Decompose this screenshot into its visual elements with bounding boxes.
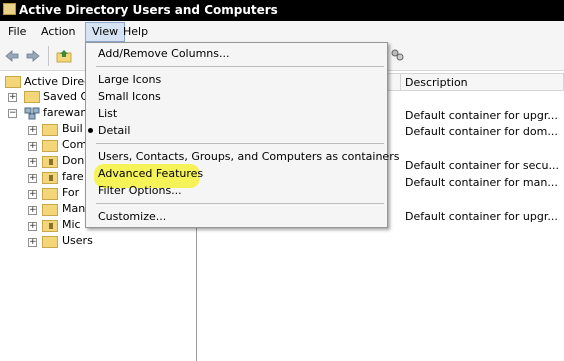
snapin-icon — [5, 76, 21, 88]
expand-icon[interactable]: + — [28, 206, 37, 215]
list-item-description[interactable]: Default container for man... — [405, 176, 558, 189]
tree-item-domain-controllers[interactable]: Don — [62, 153, 84, 169]
folder-icon — [42, 236, 58, 248]
tree-item-fare[interactable]: fare — [62, 169, 84, 185]
ou-folder-icon — [42, 156, 58, 168]
menu-file[interactable]: File — [2, 24, 32, 40]
tree-item-foreign[interactable]: For — [62, 185, 79, 201]
expand-icon[interactable]: + — [28, 126, 37, 135]
expand-icon[interactable]: + — [28, 158, 37, 167]
radio-bullet-icon — [88, 128, 93, 133]
users-group-icon[interactable] — [389, 48, 405, 64]
tree-item-computers[interactable]: Com — [62, 137, 87, 153]
tree-item-users[interactable]: Users — [62, 233, 93, 249]
menu-item-detail[interactable]: Detail — [98, 123, 130, 139]
tree-item-builtin[interactable]: Buil — [62, 121, 83, 137]
collapse-icon[interactable]: − — [8, 109, 17, 118]
forward-arrow-icon[interactable] — [25, 48, 41, 64]
menu-item-small-icons[interactable]: Small Icons — [98, 89, 161, 105]
menu-item-customize[interactable]: Customize... — [98, 209, 166, 225]
list-item-description[interactable]: Default container for secu... — [405, 159, 559, 172]
folder-icon — [42, 204, 58, 216]
ou-folder-icon — [42, 172, 58, 184]
menu-separator — [96, 66, 384, 67]
expand-icon[interactable]: + — [28, 190, 37, 199]
list-item-description[interactable]: Default container for upgr... — [405, 210, 558, 223]
expand-icon[interactable]: + — [8, 93, 17, 102]
column-header-description[interactable]: Description — [400, 73, 564, 91]
expand-icon[interactable]: + — [28, 174, 37, 183]
menu-item-add-remove-columns[interactable]: Add/Remove Columns... — [98, 46, 229, 62]
menu-item-advanced-features[interactable]: Advanced Features — [98, 166, 203, 182]
tree-item-saved-queries[interactable]: Saved Q — [43, 89, 89, 105]
folder-icon — [42, 188, 58, 200]
folder-icon — [42, 140, 58, 152]
expand-icon[interactable]: + — [28, 222, 37, 231]
window-title: Active Directory Users and Computers — [19, 3, 278, 17]
menu-item-containers[interactable]: Users, Contacts, Groups, and Computers a… — [98, 149, 399, 165]
menu-item-filter-options[interactable]: Filter Options... — [98, 183, 182, 199]
ou-folder-icon — [42, 220, 58, 232]
menu-action[interactable]: Action — [35, 24, 81, 40]
menu-item-list[interactable]: List — [98, 106, 117, 122]
view-menu-dropdown — [85, 42, 388, 228]
tree-item-domain[interactable]: farewan — [43, 105, 87, 121]
list-item-description[interactable]: Default container for upgr... — [405, 109, 558, 122]
folder-icon — [24, 91, 40, 103]
tree-item-managed[interactable]: Man — [62, 201, 85, 217]
up-folder-icon[interactable] — [56, 48, 72, 64]
toolbar-separator — [48, 46, 49, 66]
back-arrow-icon[interactable] — [4, 48, 20, 64]
expand-icon[interactable]: + — [28, 238, 37, 247]
title-bar: Active Directory Users and Computers — [0, 0, 564, 21]
tree-item-microsoft[interactable]: Mic — [62, 217, 81, 233]
menu-item-large-icons[interactable]: Large Icons — [98, 72, 161, 88]
menu-separator — [96, 203, 384, 204]
domain-icon — [24, 107, 40, 120]
list-item-description[interactable]: Default container for dom... — [405, 125, 558, 138]
folder-icon — [42, 124, 58, 136]
menu-help[interactable]: Help — [117, 24, 154, 40]
menu-separator — [96, 143, 384, 144]
app-icon — [3, 3, 16, 15]
expand-icon[interactable]: + — [28, 142, 37, 151]
